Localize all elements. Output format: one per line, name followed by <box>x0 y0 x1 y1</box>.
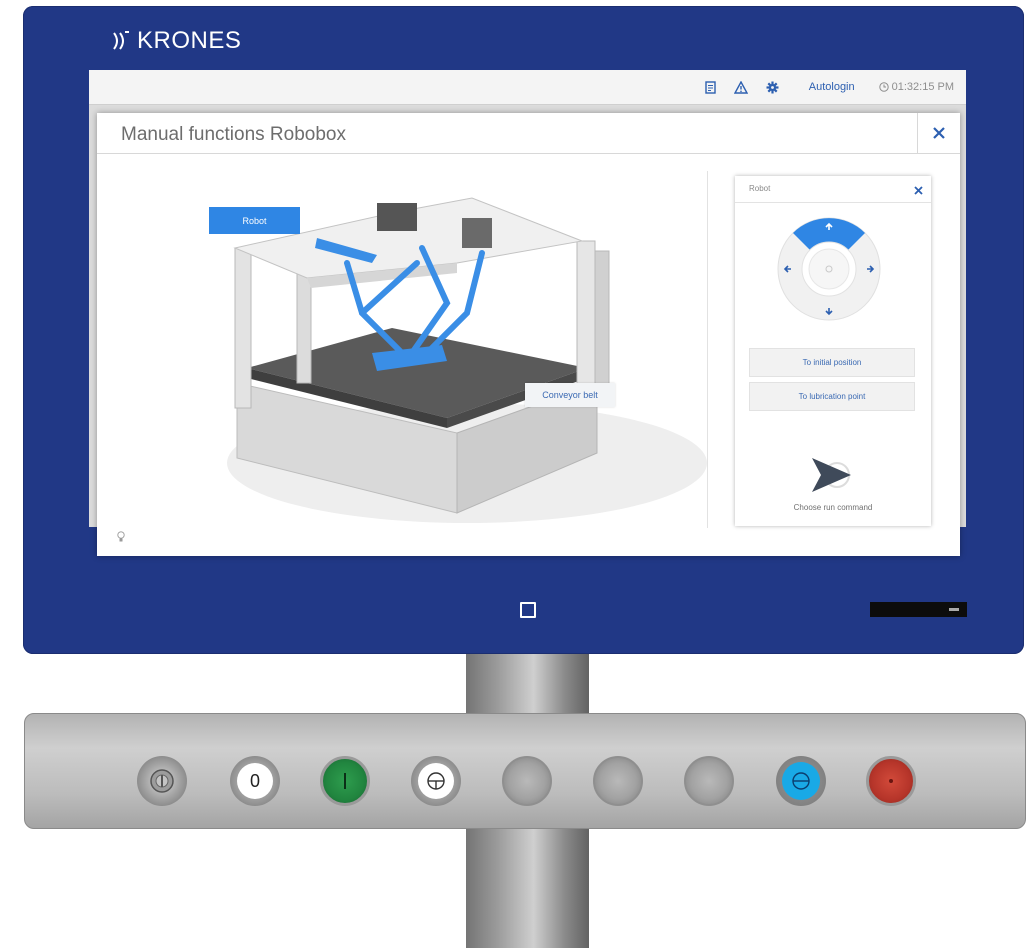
robobox-illustration <box>227 197 707 523</box>
divider <box>707 171 708 528</box>
blue-face <box>782 762 820 800</box>
blue-function-button[interactable] <box>776 756 826 806</box>
close-button[interactable] <box>917 113 960 153</box>
robot-control-panel: Robot To initial position To lubrication… <box>735 176 931 526</box>
top-bar: Autologin 01:32:15 PM <box>89 70 966 105</box>
lightbulb-icon[interactable] <box>117 530 125 548</box>
direction-joystick[interactable] <box>776 216 882 322</box>
autologin-link[interactable]: Autologin <box>809 81 855 93</box>
stop-icon <box>889 779 893 783</box>
usb-slot <box>870 602 967 617</box>
gear-icon[interactable] <box>766 81 779 94</box>
lubrication-point-button[interactable]: To lubrication point <box>749 382 915 411</box>
clock: 01:32:15 PM <box>878 81 954 93</box>
panel-close-icon[interactable] <box>914 182 923 200</box>
krones-mark-icon <box>113 31 129 50</box>
dialog-title: Manual functions Robobox <box>121 124 346 145</box>
blank-button-2[interactable] <box>593 756 643 806</box>
reset-icon <box>427 772 445 790</box>
run-command-label: Choose run command <box>793 503 873 512</box>
reset-face <box>418 763 454 799</box>
key-switch-icon <box>150 769 174 793</box>
reset-button[interactable] <box>411 756 461 806</box>
brand-name: KRONES <box>137 27 242 54</box>
panel-title: Robot <box>749 184 771 193</box>
home-button[interactable] <box>520 602 536 618</box>
emergency-stop-button[interactable] <box>866 756 916 806</box>
clock-time: 01:32:15 PM <box>891 81 954 93</box>
slot-indicator <box>949 608 959 611</box>
conveyor-belt-tag[interactable]: Conveyor belt <box>525 383 615 407</box>
blank-button-3[interactable] <box>684 756 734 806</box>
on-button[interactable] <box>320 756 370 806</box>
warning-icon[interactable] <box>733 80 748 94</box>
manual-functions-dialog: Manual functions Robobox Robot Conveyor … <box>97 113 960 556</box>
dialog-header: Manual functions Robobox <box>97 113 960 154</box>
off-label: 0 <box>237 763 273 799</box>
panel-header: Robot <box>735 176 931 203</box>
minus-circle-icon <box>792 772 810 790</box>
blank-button-1[interactable] <box>502 756 552 806</box>
robot-tag[interactable]: Robot <box>209 207 300 234</box>
clock-icon <box>878 82 889 92</box>
run-command-icon[interactable] <box>809 455 857 495</box>
off-button[interactable]: 0 <box>230 756 280 806</box>
checklist-icon[interactable] <box>705 80 716 94</box>
brand-logo: KRONES <box>111 26 241 56</box>
on-icon <box>344 773 346 789</box>
key-switch-button[interactable] <box>137 756 187 806</box>
close-icon <box>933 127 945 139</box>
initial-position-button[interactable]: To initial position <box>749 348 915 377</box>
